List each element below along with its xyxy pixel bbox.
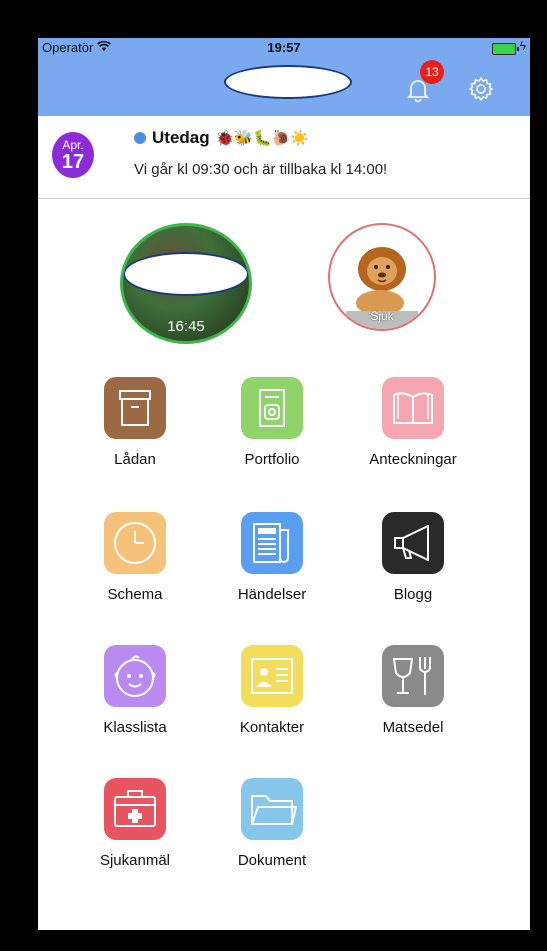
newspaper-icon-wrap: [241, 512, 303, 574]
child-status-label: Sjuk: [370, 309, 394, 323]
event-title-row: Utedag 🐞🐝🐛🐌☀️: [134, 128, 309, 148]
newspaper-icon: [241, 512, 303, 574]
status-time: 19:57: [267, 40, 301, 55]
box-icon: [104, 377, 166, 439]
box-icon-wrap: [104, 377, 166, 439]
event-description: Vi går kl 09:30 och är tillbaka kl 14:00…: [134, 161, 388, 178]
portfolio-icon: [241, 377, 303, 439]
redacted-face: [123, 252, 249, 296]
notification-badge: 13: [420, 60, 444, 84]
clock-icon-wrap: [104, 512, 166, 574]
tile-label: Klasslista: [103, 719, 167, 736]
first-aid-icon-wrap: [104, 778, 166, 840]
first-aid-icon: [104, 778, 166, 840]
megaphone-icon-wrap: [382, 512, 444, 574]
tile-dokument[interactable]: Dokument: [224, 778, 320, 869]
tile-label: Kontakter: [239, 719, 305, 736]
tile-label: Händelser: [237, 586, 307, 603]
tile-handelser[interactable]: Händelser: [224, 512, 320, 603]
child-avatar-2[interactable]: Sjuk: [328, 223, 436, 331]
portfolio-icon-wrap: [241, 377, 303, 439]
top-bar: Operatör 19:57 ϟ 13: [38, 38, 530, 116]
clock-icon: [104, 512, 166, 574]
book-icon: [382, 377, 444, 439]
contact-card-icon-wrap: [241, 645, 303, 707]
tile-label: Schema: [107, 586, 163, 603]
book-icon-wrap: [382, 377, 444, 439]
event-emoji: 🐞🐝🐛🐌☀️: [215, 130, 310, 147]
megaphone-icon: [382, 512, 444, 574]
tile-label: Matsedel: [382, 719, 444, 736]
tile-sjukanmal[interactable]: Sjukanmäl: [87, 778, 183, 869]
tile-label: Lådan: [114, 451, 156, 468]
tile-blogg[interactable]: Blogg: [365, 512, 461, 603]
event-date-badge: Apr. 17: [52, 132, 94, 178]
tile-ladan[interactable]: Lådan: [87, 377, 183, 468]
tile-kontakter[interactable]: Kontakter: [224, 645, 320, 736]
tile-label: Blogg: [393, 586, 433, 603]
redacted-title: [224, 65, 352, 99]
child-avatar-1[interactable]: 16:45: [120, 223, 252, 344]
tile-label: Anteckningar: [369, 451, 457, 468]
tile-label: Portfolio: [244, 451, 300, 468]
app-screen: Operatör 19:57 ϟ 13 Apr. 17 Utedag 🐞🐝🐛🐌☀…: [38, 38, 530, 930]
baby-face-icon-wrap: [104, 645, 166, 707]
event-title: Utedag: [152, 128, 210, 147]
contact-card-icon: [241, 645, 303, 707]
folder-icon-wrap: [241, 778, 303, 840]
cutlery-icon-wrap: [382, 645, 444, 707]
event-banner[interactable]: Apr. 17 Utedag 🐞🐝🐛🐌☀️ Vi går kl 09:30 oc…: [38, 116, 530, 199]
tile-matsedel[interactable]: Matsedel: [365, 645, 461, 736]
baby-face-icon: [104, 645, 166, 707]
event-month: Apr.: [62, 138, 84, 152]
tile-anteckningar[interactable]: Anteckningar: [365, 377, 461, 468]
child-checkin-time: 16:45: [167, 318, 205, 335]
settings-button[interactable]: [468, 76, 494, 102]
tile-label: Sjukanmäl: [99, 852, 171, 869]
gear-icon: [469, 77, 493, 101]
tile-schema[interactable]: Schema: [87, 512, 183, 603]
tile-klasslista[interactable]: Klasslista: [87, 645, 183, 736]
cutlery-icon: [382, 645, 444, 707]
folder-icon: [241, 778, 303, 840]
event-day: 17: [61, 151, 85, 173]
event-dot-icon: [134, 132, 146, 144]
tile-label: Dokument: [237, 852, 307, 869]
battery-icon: [492, 43, 519, 55]
tile-portfolio[interactable]: Portfolio: [224, 377, 320, 468]
charging-icon: ϟ: [519, 39, 526, 53]
